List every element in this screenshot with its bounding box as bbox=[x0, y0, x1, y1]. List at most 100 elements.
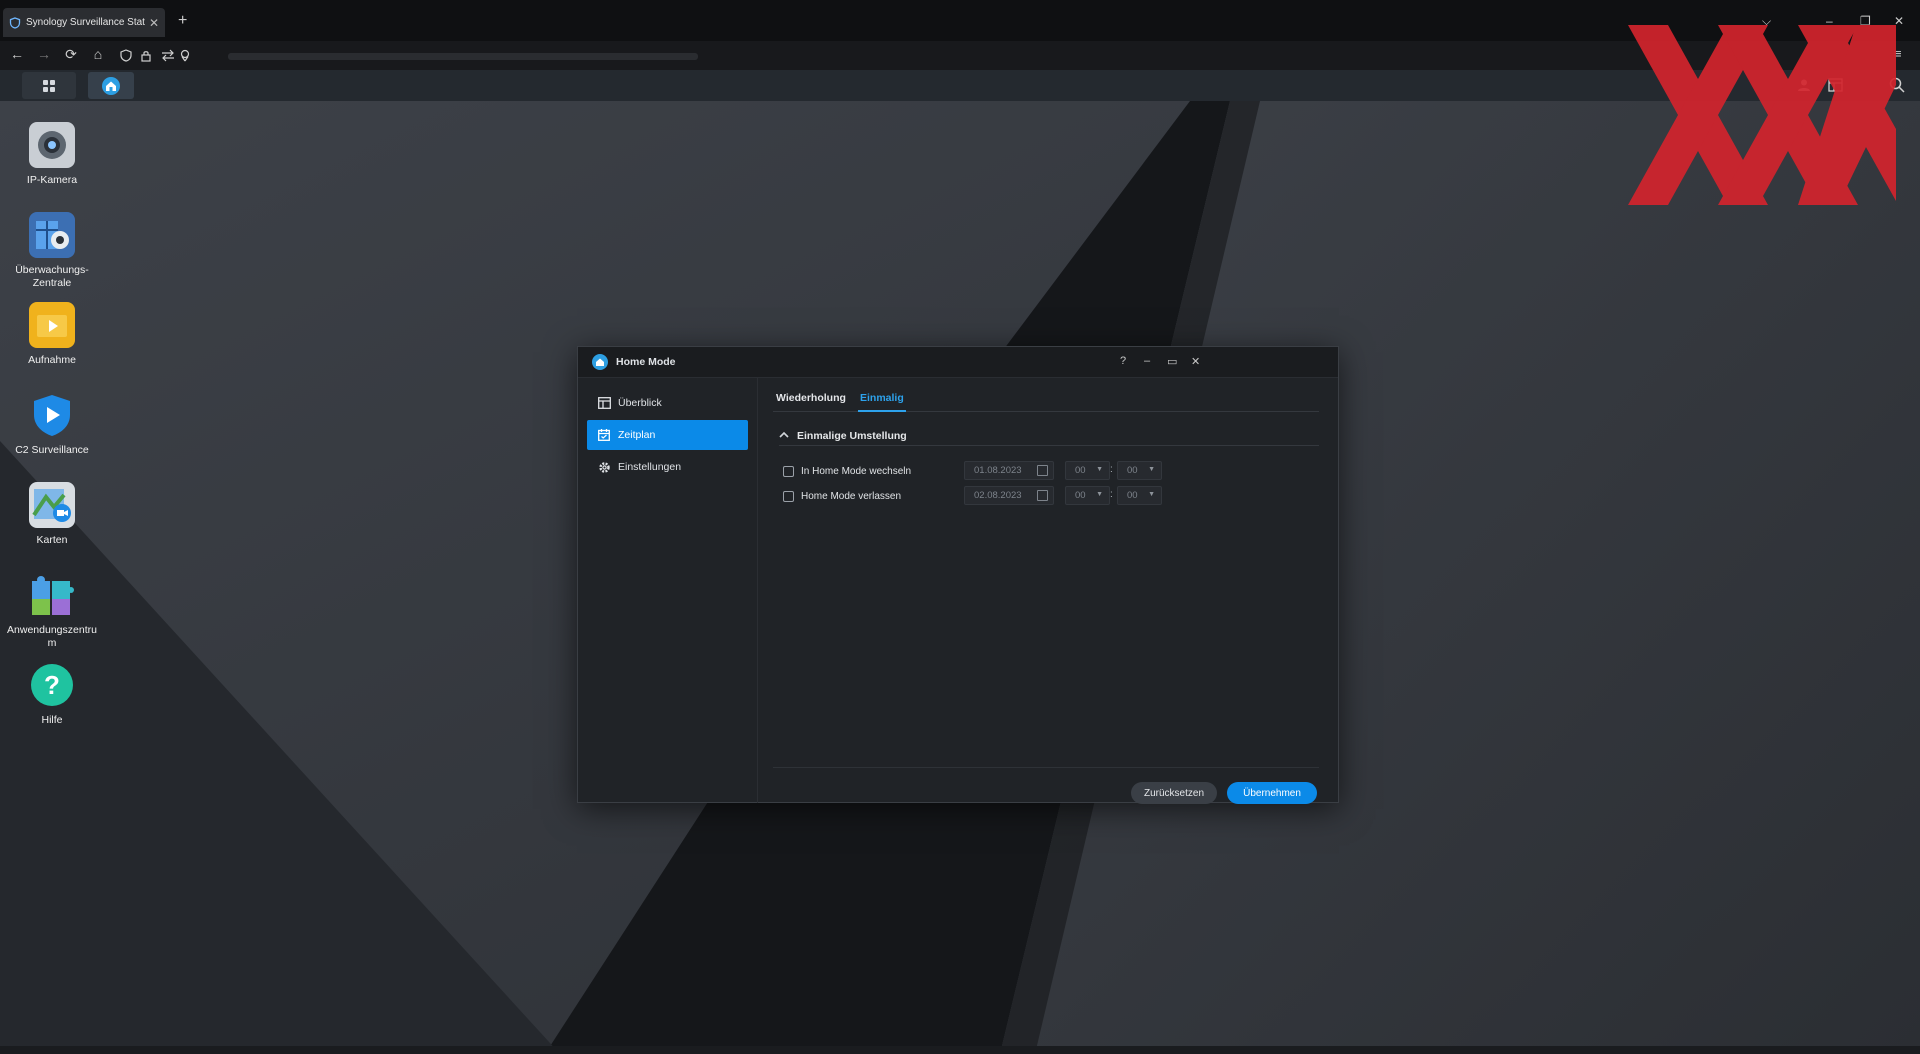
overview-icon bbox=[597, 396, 611, 410]
bottom-strip bbox=[0, 1046, 1920, 1054]
dropdown-arrow-icon: ▼ bbox=[1148, 491, 1155, 498]
enter-minute-select[interactable]: 00 ▼ bbox=[1117, 461, 1162, 480]
dropdown-arrow-icon: ▼ bbox=[1096, 491, 1103, 498]
desktop-icon-label: Hilfe bbox=[41, 714, 63, 726]
sidebar-item-label: Überblick bbox=[618, 397, 662, 409]
help-button[interactable]: ? bbox=[1120, 355, 1126, 367]
leave-date-field[interactable]: 02.08.2023 bbox=[964, 486, 1054, 505]
sidebar-item-label: Zeitplan bbox=[618, 429, 656, 441]
minute-value: 00 bbox=[1127, 490, 1138, 501]
desktop-icon-label: m bbox=[47, 637, 57, 649]
time-separator: : bbox=[1110, 464, 1113, 475]
hour-value: 00 bbox=[1075, 490, 1086, 501]
schedule-row-enter: In Home Mode wechseln 01.08.2023 00 ▼ : … bbox=[783, 461, 1323, 481]
time-separator: : bbox=[1110, 489, 1113, 500]
desktop-icon-karten[interactable]: Karten bbox=[2, 482, 102, 547]
back-button[interactable]: ← bbox=[8, 46, 26, 62]
minimize-button[interactable]: – bbox=[1144, 355, 1150, 367]
desktop-icon-label: C2 Surveillance bbox=[15, 444, 89, 456]
desktop-icon-ueberwachungszentrale[interactable]: Überwachungs- Zentrale bbox=[2, 212, 102, 290]
row-label: In Home Mode wechseln bbox=[801, 465, 912, 477]
shield-icon bbox=[9, 16, 21, 29]
enter-hour-select[interactable]: 00 ▼ bbox=[1065, 461, 1110, 480]
sidebar-item-zeitplan[interactable]: Zeitplan bbox=[587, 420, 748, 450]
help-icon: ? bbox=[29, 662, 75, 708]
address-text-blurred bbox=[228, 53, 698, 60]
dropdown-arrow-icon: ▼ bbox=[1096, 466, 1103, 473]
desktop-icon-ip-kamera[interactable]: IP-Kamera bbox=[2, 122, 102, 187]
desktop-icon-label: Zentrale bbox=[32, 277, 72, 289]
dropdown-arrow-icon: ▼ bbox=[1148, 466, 1155, 473]
map-icon bbox=[29, 482, 75, 528]
schedule-row-leave: Home Mode verlassen 02.08.2023 00 ▼ : 00… bbox=[783, 486, 1323, 506]
date-value: 02.08.2023 bbox=[974, 490, 1022, 501]
leave-minute-select[interactable]: 00 ▼ bbox=[1117, 486, 1162, 505]
enter-home-mode-checkbox[interactable] bbox=[783, 465, 794, 477]
leave-hour-select[interactable]: 00 ▼ bbox=[1065, 486, 1110, 505]
maximize-button[interactable]: ▭ bbox=[1167, 355, 1177, 368]
leave-home-mode-checkbox[interactable] bbox=[783, 490, 794, 502]
footer-divider bbox=[773, 767, 1319, 768]
c2-surveillance-icon bbox=[29, 392, 75, 438]
row-label: Home Mode verlassen bbox=[801, 490, 902, 502]
recording-icon bbox=[29, 302, 75, 348]
lock-icon[interactable] bbox=[140, 49, 153, 62]
reset-button[interactable]: Zurücksetzen bbox=[1131, 782, 1217, 804]
forward-button[interactable]: → bbox=[35, 46, 53, 62]
tracking-protection-icon[interactable] bbox=[120, 49, 132, 62]
calendar-icon[interactable] bbox=[1037, 490, 1048, 501]
svg-text:?: ? bbox=[44, 670, 60, 700]
apply-button[interactable]: Übernehmen bbox=[1227, 782, 1317, 804]
minute-value: 00 bbox=[1127, 465, 1138, 476]
browser-tab[interactable]: Synology Surveillance Station - ✕ bbox=[3, 8, 165, 37]
tab-einmalig[interactable]: Einmalig bbox=[860, 392, 904, 404]
tab-bar: Wiederholung Einmalig bbox=[773, 386, 1319, 412]
dialog-content: Wiederholung Einmalig Einmalige Umstellu… bbox=[759, 378, 1339, 804]
calendar-icon[interactable] bbox=[1037, 465, 1048, 476]
desktop-icon-anwendungszentrum[interactable]: Anwendungszentru m bbox=[2, 572, 102, 650]
close-button[interactable]: ✕ bbox=[1191, 355, 1200, 368]
desktop-icon-label: Anwendungszentru bbox=[7, 624, 97, 636]
desktop-icon-c2-surveillance[interactable]: C2 Surveillance bbox=[2, 392, 102, 457]
close-tab-icon[interactable]: ✕ bbox=[149, 16, 159, 30]
taskbar-home-mode-button[interactable] bbox=[88, 72, 134, 99]
desktop-icon-label: Aufnahme bbox=[28, 354, 76, 366]
desktop-icon-hilfe[interactable]: ? Hilfe bbox=[2, 662, 102, 727]
desktop-icon-label: IP-Kamera bbox=[26, 174, 78, 186]
section-title: Einmalige Umstellung bbox=[797, 429, 907, 442]
location-icon[interactable] bbox=[179, 49, 191, 62]
enter-date-field[interactable]: 01.08.2023 bbox=[964, 461, 1054, 480]
new-tab-button[interactable]: + bbox=[178, 12, 187, 30]
puzzle-icon bbox=[29, 572, 75, 618]
home-mode-dialog: Home Mode ? – ▭ ✕ Überblick Zeitplan Ein… bbox=[577, 346, 1339, 804]
monitoring-center-icon bbox=[29, 212, 75, 258]
home-button[interactable]: ⌂ bbox=[89, 46, 107, 62]
tab-wiederholung[interactable]: Wiederholung bbox=[776, 392, 846, 404]
desktop-icon-label: Karten bbox=[36, 534, 68, 546]
dialog-sidebar: Überblick Zeitplan Einstellungen bbox=[578, 378, 758, 803]
watermark-logo bbox=[1628, 25, 1896, 205]
main-menu-button[interactable] bbox=[22, 72, 76, 99]
desktop-icon-label: Überwachungs- bbox=[15, 264, 89, 276]
grid-icon bbox=[43, 79, 55, 92]
dialog-title: Home Mode bbox=[616, 356, 676, 368]
sidebar-item-ueberblick[interactable]: Überblick bbox=[587, 388, 748, 418]
home-mode-icon bbox=[102, 76, 120, 95]
reload-button[interactable]: ⟳ bbox=[62, 46, 80, 63]
chevron-up-icon bbox=[779, 430, 789, 441]
dialog-title-bar[interactable]: Home Mode bbox=[578, 347, 1338, 378]
address-bar[interactable] bbox=[198, 45, 1698, 66]
date-value: 01.08.2023 bbox=[974, 465, 1022, 476]
hour-value: 00 bbox=[1075, 465, 1086, 476]
section-header[interactable]: Einmalige Umstellung bbox=[779, 426, 1319, 446]
calendar-icon bbox=[597, 428, 611, 442]
active-tab-indicator bbox=[858, 410, 906, 412]
swap-icon[interactable] bbox=[161, 49, 175, 62]
browser-tab-title: Synology Surveillance Station - bbox=[26, 17, 145, 28]
sidebar-item-label: Einstellungen bbox=[618, 461, 682, 473]
gear-icon bbox=[597, 460, 611, 474]
home-mode-icon bbox=[592, 354, 608, 370]
camera-icon bbox=[29, 122, 75, 168]
desktop-icon-aufnahme[interactable]: Aufnahme bbox=[2, 302, 102, 367]
sidebar-item-einstellungen[interactable]: Einstellungen bbox=[587, 452, 748, 482]
